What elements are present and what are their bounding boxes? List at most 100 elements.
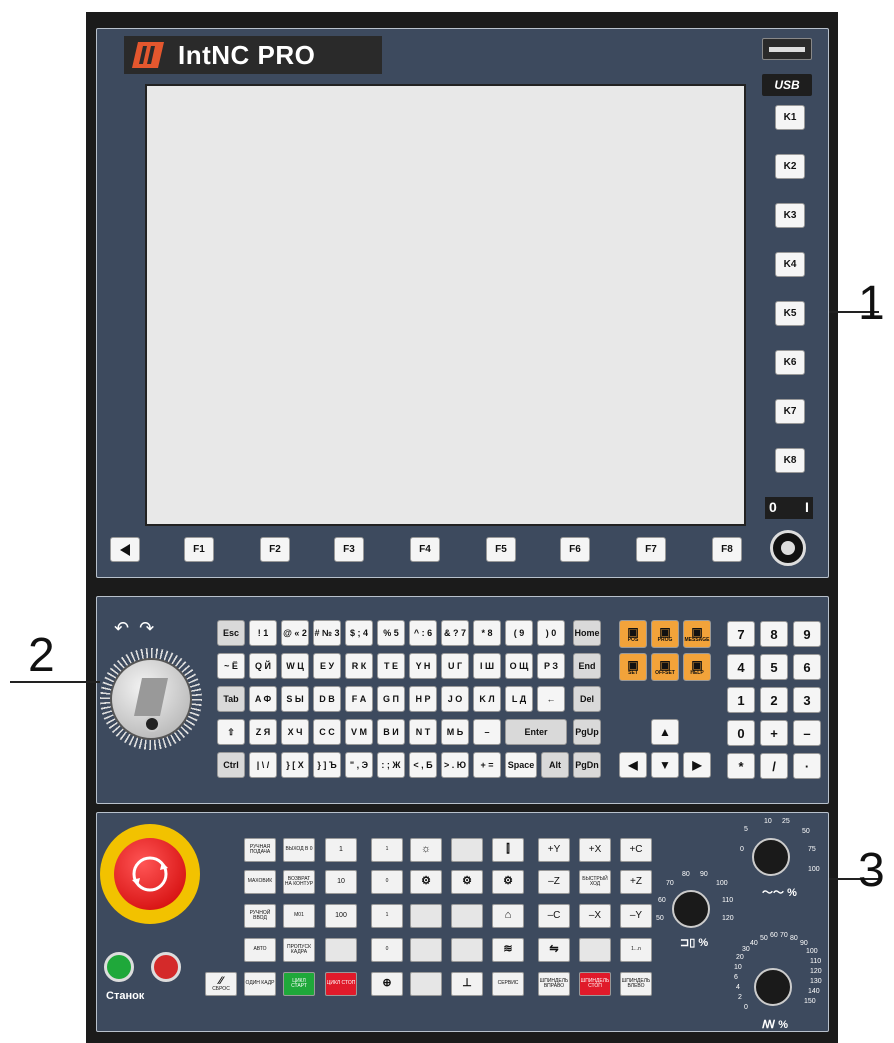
function-key-prog[interactable]: ▣ PROG: [651, 620, 679, 648]
machine-key-4-3[interactable]: ⊕: [371, 972, 403, 996]
machine-key-1-0[interactable]: МАХОВИК: [244, 870, 276, 894]
function-key-f2[interactable]: F2: [260, 537, 290, 562]
key-0-11[interactable]: Home: [573, 620, 601, 646]
numpad-key-7[interactable]: 2: [760, 687, 788, 713]
machine-key-3-1[interactable]: ПРОПУСК КАДРА: [283, 938, 315, 962]
soft-key-k8[interactable]: K8: [775, 448, 805, 473]
key-0-7[interactable]: & ? 7: [441, 620, 469, 646]
key-4-10[interactable]: Alt: [541, 752, 569, 778]
key-switch[interactable]: 0 I: [765, 497, 813, 519]
key-4-2[interactable]: } [ Х: [281, 752, 309, 778]
numpad-key-14[interactable]: ·: [793, 753, 821, 779]
function-key-pos[interactable]: ▣ POS: [619, 620, 647, 648]
machine-key-2-8[interactable]: –X: [579, 904, 611, 928]
soft-key-k3[interactable]: K3: [775, 203, 805, 228]
key-3-6[interactable]: N Т: [409, 719, 437, 745]
key-2-5[interactable]: G П: [377, 686, 405, 712]
machine-key-0-1[interactable]: ВЫХОД В 0: [283, 838, 315, 862]
function-key-f1[interactable]: F1: [184, 537, 214, 562]
key-1-5[interactable]: T Е: [377, 653, 405, 679]
machine-key-0-3[interactable]: 1: [371, 838, 403, 862]
key-4-6[interactable]: < , Б: [409, 752, 437, 778]
key-1-8[interactable]: I Ш: [473, 653, 501, 679]
arrow-right-button[interactable]: ▶: [683, 752, 711, 778]
key-3-5[interactable]: B И: [377, 719, 405, 745]
numpad-key-5[interactable]: 6: [793, 654, 821, 680]
machine-key-4-9[interactable]: ШПИНДЕЛЬ ВЛЕВО: [620, 972, 652, 996]
machine-key-2-9[interactable]: –Y: [620, 904, 652, 928]
key-4-8[interactable]: + =: [473, 752, 501, 778]
numpad-key-3[interactable]: 4: [727, 654, 755, 680]
machine-key-3-0[interactable]: АВТО: [244, 938, 276, 962]
function-key-set[interactable]: ▣ SET: [619, 653, 647, 681]
key-3-2[interactable]: X Ч: [281, 719, 309, 745]
key-0-6[interactable]: ^ : 6: [409, 620, 437, 646]
key-0-5[interactable]: % 5: [377, 620, 405, 646]
soft-key-k4[interactable]: K4: [775, 252, 805, 277]
key-3-8[interactable]: –: [473, 719, 501, 745]
machine-key-1-5[interactable]: ⚙: [451, 870, 483, 894]
rapid-override-dial[interactable]: [672, 890, 710, 928]
machine-key-4-1[interactable]: ЦИКЛ СТАРТ: [283, 972, 315, 996]
soft-key-k2[interactable]: K2: [775, 154, 805, 179]
feed-override-dial[interactable]: [752, 838, 790, 876]
soft-key-k7[interactable]: K7: [775, 399, 805, 424]
machine-key-1-6[interactable]: ⚙: [492, 870, 524, 894]
handwheel-knob[interactable]: [144, 716, 160, 732]
function-key-f7[interactable]: F7: [636, 537, 666, 562]
numpad-key-11[interactable]: –: [793, 720, 821, 746]
machine-off-button[interactable]: [151, 952, 181, 982]
machine-key-1-3[interactable]: 0: [371, 870, 403, 894]
machine-key-0-2[interactable]: 1: [325, 838, 357, 862]
key-2-8[interactable]: K Л: [473, 686, 501, 712]
machine-key-1-2[interactable]: 10: [325, 870, 357, 894]
key-1-6[interactable]: Y Н: [409, 653, 437, 679]
key-4-0[interactable]: Ctrl: [217, 752, 245, 778]
machine-key-1-8[interactable]: БЫСТРЫЙ ХОД: [579, 870, 611, 894]
machine-key-1-7[interactable]: –Z: [538, 870, 570, 894]
key-3-7[interactable]: M Ь: [441, 719, 469, 745]
key-3-0[interactable]: ⇧: [217, 719, 245, 745]
numpad-key-6[interactable]: 1: [727, 687, 755, 713]
key-4-1[interactable]: | \ /: [249, 752, 277, 778]
machine-key-2-0[interactable]: РУЧНОЙ ВВОД: [244, 904, 276, 928]
key-1-7[interactable]: U Г: [441, 653, 469, 679]
machine-key-3-3[interactable]: 0: [371, 938, 403, 962]
spindle-override-dial[interactable]: [754, 968, 792, 1006]
function-key-f4[interactable]: F4: [410, 537, 440, 562]
key-4-4[interactable]: " , Э: [345, 752, 373, 778]
machine-key-2-1[interactable]: М01: [283, 904, 315, 928]
machine-key-0-0[interactable]: РУЧНАЯ ПОДАЧА: [244, 838, 276, 862]
machine-key-3-9[interactable]: 1...n: [620, 938, 652, 962]
key-2-7[interactable]: J О: [441, 686, 469, 712]
function-key-message[interactable]: ▣ MESSAGE: [683, 620, 711, 648]
numpad-key-12[interactable]: *: [727, 753, 755, 779]
key-2-6[interactable]: H Р: [409, 686, 437, 712]
numpad-key-10[interactable]: +: [760, 720, 788, 746]
machine-key-2-7[interactable]: –C: [538, 904, 570, 928]
machine-key-1-1[interactable]: ВОЗВРАТ НА КОНТУР: [283, 870, 315, 894]
arrow-down-button[interactable]: ▼: [651, 752, 679, 778]
key-4-3[interactable]: } ] Ъ: [313, 752, 341, 778]
machine-key-4-0[interactable]: ОДИН КАДР: [244, 972, 276, 996]
machine-key-2-2[interactable]: 100: [325, 904, 357, 928]
softkey-left-button[interactable]: [110, 537, 140, 562]
machine-key-4-8[interactable]: ШПИНДЕЛЬ СТОП: [579, 972, 611, 996]
key-2-10[interactable]: ←: [537, 686, 565, 712]
machine-key-2-3[interactable]: 1: [371, 904, 403, 928]
function-key-f6[interactable]: F6: [560, 537, 590, 562]
machine-key-1-4[interactable]: ⚙: [410, 870, 442, 894]
soft-key-k5[interactable]: K5: [775, 301, 805, 326]
key-3-9[interactable]: Enter: [505, 719, 567, 745]
function-key-offset[interactable]: ▣ OFFSET: [651, 653, 679, 681]
machine-key-4-2[interactable]: ЦИКЛ СТОП: [325, 972, 357, 996]
reset-key[interactable]: ⁄⁄ СБРОС: [205, 972, 237, 996]
key-lock[interactable]: [770, 530, 806, 566]
machine-key-4-7[interactable]: ШПИНДЕЛЬ ВПРАВО: [538, 972, 570, 996]
numpad-key-0[interactable]: 7: [727, 621, 755, 647]
arrow-left-button[interactable]: ◀: [619, 752, 647, 778]
numpad-key-1[interactable]: 8: [760, 621, 788, 647]
key-1-3[interactable]: E У: [313, 653, 341, 679]
key-0-8[interactable]: * 8: [473, 620, 501, 646]
key-0-3[interactable]: # № 3: [313, 620, 341, 646]
